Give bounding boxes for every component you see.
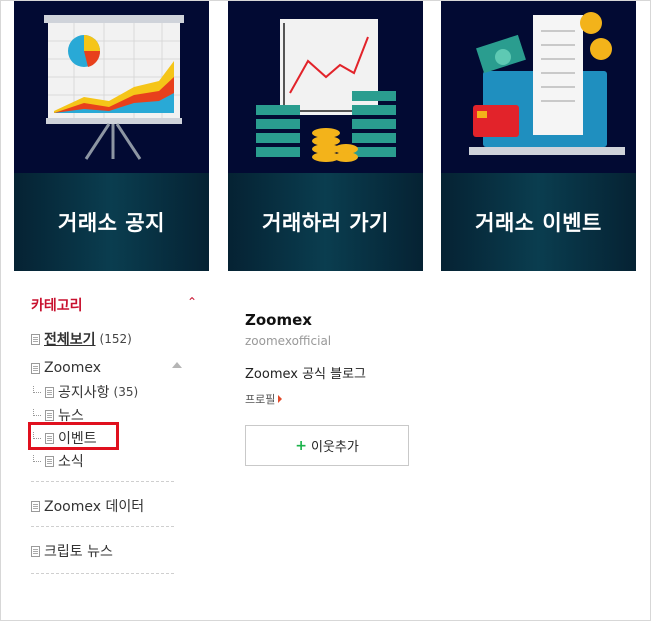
profile-link-label: 프로필 [245,393,276,406]
banner-go-trade[interactable]: 거래하러 가기 [228,1,423,271]
document-icon [45,409,54,421]
category-item-all[interactable]: 전체보기 (152) [31,329,132,349]
divider [31,573,174,574]
blog-title: Zoomex 공식 블로그 [245,367,367,382]
document-icon [31,333,40,345]
divider [31,526,174,527]
document-icon [45,455,54,467]
document-icon [31,500,40,512]
trading-chart-money-icon [228,1,423,173]
category-header: 카테고리 ⌃ [31,295,201,315]
presentation-chart-icon [14,1,209,173]
document-icon [31,545,40,557]
category-subitem-updates[interactable]: 소식 [33,451,84,471]
banner-caption-text: 거래하러 가기 [262,211,389,235]
expand-caret-icon[interactable] [172,362,182,368]
category-item-zoomex-data[interactable]: Zoomex 데이터 [31,496,144,516]
document-icon [31,362,40,374]
selected-item-highlight [28,422,119,450]
add-neighbor-label: 이웃추가 [310,440,359,455]
collapse-toggle-icon[interactable]: ⌃ [187,295,197,309]
tree-line-icon [33,454,41,462]
profile-id: zoomexofficial [245,334,332,348]
category-count: (35) [113,385,139,399]
banner-caption-text: 거래소 이벤트 [475,211,602,235]
profile-link[interactable]: 프로필 [245,391,283,407]
banner-caption: 거래소 이벤트 [441,173,636,271]
divider [31,481,174,482]
banner-caption: 거래소 공지 [14,173,209,271]
category-item-zoomex[interactable]: Zoomex [31,360,101,376]
document-icon [45,386,54,398]
add-neighbor-button[interactable]: + 이웃추가 [245,425,409,466]
category-count: (152) [99,332,132,346]
tree-line-icon [33,408,41,416]
laptop-payment-icon [441,1,636,173]
category-item-label: Zoomex 데이터 [44,499,145,515]
category-item-label: 전체보기 [44,332,96,348]
plus-icon: + [295,437,307,454]
category-item-label: 공지사항 [58,385,110,401]
arrow-right-icon [278,395,283,403]
banner-caption-text: 거래소 공지 [58,211,165,235]
category-title: 카테고리 [31,298,83,314]
category-subitem-notice[interactable]: 공지사항 (35) [33,382,138,402]
category-item-label: Zoomex [44,360,102,376]
category-item-label: 소식 [58,454,84,470]
category-item-label: 크립토 뉴스 [44,544,113,560]
banner-exchange-notice[interactable]: 거래소 공지 [14,1,209,271]
banner-caption: 거래하러 가기 [228,173,423,271]
profile-name[interactable]: Zoomex [245,311,312,329]
banner-exchange-event[interactable]: 거래소 이벤트 [441,1,636,271]
category-item-crypto-news[interactable]: 크립토 뉴스 [31,541,113,561]
tree-line-icon [33,385,41,393]
